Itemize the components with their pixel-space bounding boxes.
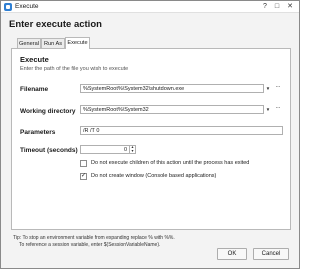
- chevron-down-icon[interactable]: ▼: [264, 105, 272, 114]
- working-directory-input[interactable]: [80, 105, 264, 114]
- execute-dialog: Execute ? □ ✕ Enter execute action Gener…: [0, 0, 300, 269]
- section-title: Execute: [20, 55, 49, 64]
- wait-for-process-checkbox[interactable]: [80, 160, 87, 167]
- execute-tab-panel: Execute Enter the path of the file you w…: [11, 48, 291, 230]
- filename-input[interactable]: [80, 84, 264, 93]
- parameters-label: Parameters: [20, 129, 56, 136]
- chevron-down-icon[interactable]: ▼: [264, 84, 272, 93]
- tip-line-2: To reference a session variable, enter $…: [19, 242, 161, 248]
- dialog-heading: Enter execute action: [9, 19, 102, 30]
- timeout-label: Timeout (seconds): [20, 147, 78, 154]
- close-icon[interactable]: ✕: [285, 2, 295, 12]
- ok-button[interactable]: OK: [217, 248, 247, 260]
- no-window-checkbox[interactable]: ✓: [80, 173, 87, 180]
- browse-directory-button[interactable]: ...: [274, 104, 282, 114]
- cancel-button[interactable]: Cancel: [253, 248, 289, 260]
- timeout-spinner[interactable]: ▲ ▼: [130, 145, 136, 154]
- app-icon: [4, 3, 12, 11]
- wait-for-process-label[interactable]: Do not execute children of this action u…: [91, 160, 249, 167]
- help-icon[interactable]: ?: [260, 2, 270, 12]
- checkmark-icon: ✓: [81, 173, 87, 179]
- section-description: Enter the path of the file you wish to e…: [20, 66, 129, 72]
- filename-label: Filename: [20, 86, 49, 93]
- title-bar[interactable]: Execute ? □ ✕: [1, 1, 299, 13]
- tab-execute[interactable]: Execute: [65, 37, 90, 49]
- no-window-label[interactable]: Do not create window (Console based appl…: [91, 173, 216, 180]
- parameters-input[interactable]: [80, 126, 283, 135]
- tip-line-1: Tip: To stop an environment variable fro…: [13, 235, 175, 241]
- working-directory-label: Working directory: [20, 108, 76, 115]
- timeout-input[interactable]: [80, 145, 130, 154]
- browse-filename-button[interactable]: ...: [274, 83, 282, 93]
- maximize-icon[interactable]: □: [272, 2, 282, 12]
- window-title: Execute: [15, 3, 39, 10]
- spin-down-icon[interactable]: ▼: [130, 149, 135, 154]
